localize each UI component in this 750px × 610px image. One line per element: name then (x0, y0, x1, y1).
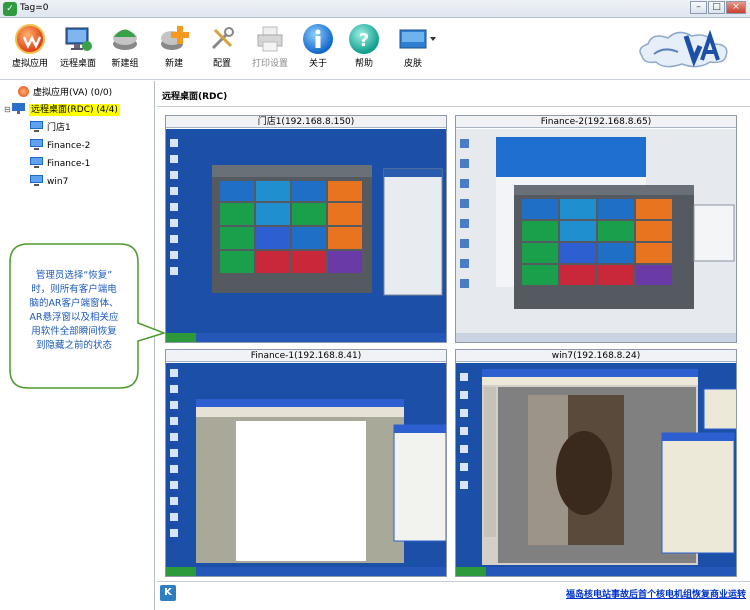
toolbar-label: 新建 (164, 59, 183, 69)
tree-item-store1[interactable]: 门店1 (30, 120, 71, 136)
remote-screen[interactable] (166, 129, 446, 342)
remote-panel-finance-1[interactable]: Finance-1(192.168.8.41) (165, 349, 447, 577)
panel-caption: Finance-2(192.168.8.65) (456, 116, 736, 128)
k-logo-button[interactable]: K (160, 585, 176, 601)
remote-screen[interactable] (456, 129, 736, 342)
va-icon (18, 86, 29, 97)
remote-desktop-icon (63, 24, 93, 54)
tree-item-va[interactable]: 虚拟应用(VA) (0/0) (18, 85, 112, 101)
toolbar-label: 虚拟应用 (11, 59, 48, 69)
rdc-icon (12, 103, 25, 114)
callout-line: AR悬浮窗以及相关应 (29, 312, 119, 323)
va-logo (634, 22, 744, 74)
toolbar-config-button[interactable]: 配置 (197, 24, 247, 69)
monitor-icon (30, 157, 43, 168)
toolbar-label: 新建组 (111, 59, 139, 69)
tree-item-label: 远程桌面(RDC) (4/4) (29, 104, 120, 116)
callout-line: 用软件全部瞬间恢复 (31, 326, 117, 337)
tree-item-finance-2[interactable]: Finance-2 (30, 138, 90, 154)
maximize-button[interactable]: □ (708, 1, 725, 14)
toolbar-about-button[interactable]: 关于 (293, 24, 343, 69)
callout-line: 到隐藏之前的状态 (35, 340, 112, 351)
panel-caption: 门店1(192.168.8.150) (166, 116, 446, 128)
page-title: 远程桌面(RDC) (162, 92, 228, 102)
callout-line: 脑的AR客户端窗体、 (29, 298, 119, 309)
virtual-app-icon (15, 24, 45, 54)
remote-screen[interactable] (456, 363, 736, 576)
remote-panel-store1[interactable]: 门店1(192.168.8.150) (165, 115, 447, 343)
monitor-icon (30, 121, 43, 132)
tree-item-finance-1[interactable]: Finance-1 (30, 156, 90, 172)
monitor-icon (30, 139, 43, 150)
title-bar: ✓ Tag=0 – □ × (0, 0, 750, 18)
main-header: 远程桌面(RDC) (157, 81, 750, 107)
status-bar: K 福岛核电站事故后首个核电机组恢复商业运转 (157, 581, 750, 603)
callout-bubble: 管理员选择“恢复” 时，则所有客户端电 脑的AR客户端窗体、 AR悬浮窗以及相关… (8, 241, 167, 391)
callout-line: 时，则所有客户端电 (31, 284, 117, 295)
remote-screen[interactable] (166, 363, 446, 576)
toolbar-label: 皮肤 (403, 59, 422, 69)
collapse-icon[interactable]: ⊟ (4, 102, 12, 118)
panel-caption: win7(192.168.8.24) (456, 350, 736, 362)
new-group-icon (110, 24, 140, 54)
printer-icon (255, 24, 285, 54)
tree-item-label: win7 (47, 177, 69, 187)
tree-item-win7[interactable]: win7 (30, 174, 68, 190)
toolbar-print-settings-button[interactable]: 打印设置 (245, 24, 295, 69)
toolbar-skin-button[interactable]: 皮肤 (388, 24, 438, 69)
tree-item-label: Finance-2 (47, 141, 91, 151)
close-button[interactable]: × (726, 1, 746, 14)
toolbar-label: 帮助 (354, 59, 373, 69)
app-icon: ✓ (3, 2, 17, 16)
window-title: Tag=0 (20, 3, 49, 13)
minimize-button[interactable]: – (690, 1, 707, 14)
toolbar-help-button[interactable]: ? 帮助 (339, 24, 389, 69)
tree-item-label: Finance-1 (47, 159, 91, 169)
toolbar-new-group-button[interactable]: 新建组 (100, 24, 150, 69)
monitor-icon (30, 175, 43, 186)
remote-panel-finance-2[interactable]: Finance-2(192.168.8.65) (455, 115, 737, 343)
panel-caption: Finance-1(192.168.8.41) (166, 350, 446, 362)
toolbar: 虚拟应用 远程桌面 新建组 新建 配置 打印设置 关于 ? 帮助 皮肤 (0, 18, 750, 80)
toolbar-label: 关于 (308, 59, 327, 69)
svg-text:?: ? (359, 30, 369, 51)
toolbar-label: 打印设置 (251, 59, 288, 69)
window-controls: – □ × (689, 1, 746, 16)
callout-line: 管理员选择“恢复” (35, 270, 113, 281)
info-icon (303, 24, 333, 54)
toolbar-label: 配置 (212, 59, 231, 69)
toolbar-remote-desktop-button[interactable]: 远程桌面 (53, 24, 103, 69)
config-tools-icon (207, 24, 237, 54)
help-icon: ? (349, 24, 379, 54)
tree-item-label: 门店1 (47, 123, 71, 133)
toolbar-new-button[interactable]: 新建 (149, 24, 199, 69)
remote-panel-win7[interactable]: win7(192.168.8.24) (455, 349, 737, 577)
tree-item-label: 虚拟应用(VA) (0/0) (33, 88, 113, 98)
toolbar-virtual-app-button[interactable]: 虚拟应用 (5, 24, 55, 69)
main-panel: 远程桌面(RDC) 门店1(192.168.8.150) Finance-2(1… (157, 81, 750, 610)
new-icon (159, 24, 189, 54)
tree-item-rdc[interactable]: ⊟ 远程桌面(RDC) (4/4) (4, 102, 120, 118)
news-link[interactable]: 福岛核电站事故后首个核电机组恢复商业运转 (566, 587, 746, 600)
toolbar-label: 远程桌面 (59, 59, 96, 69)
skin-icon (398, 24, 436, 54)
